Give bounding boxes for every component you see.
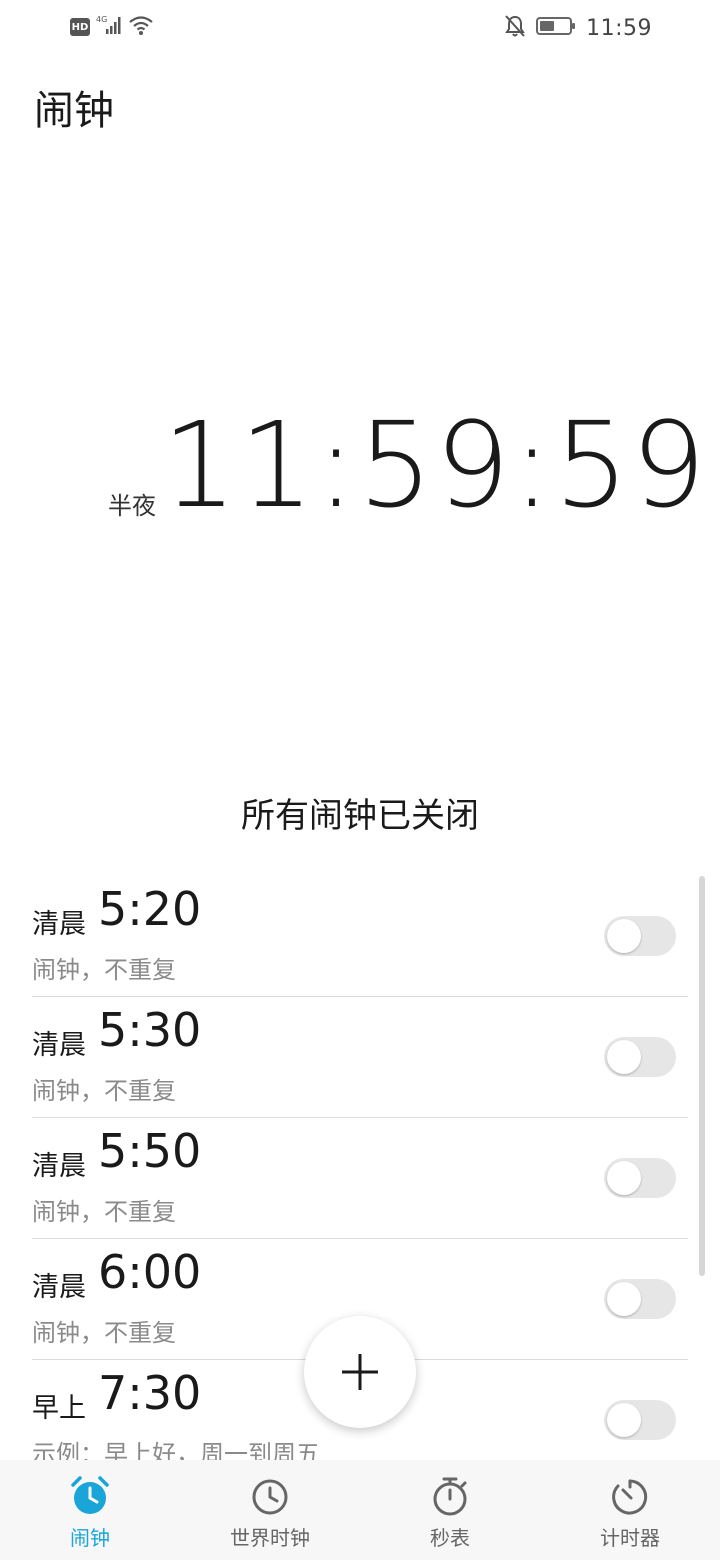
current-time-display: 半夜 11:59:59 [0, 400, 720, 540]
bell-off-icon [504, 14, 526, 42]
screen: HD 4G 11:59 闹钟 半夜 11:59:59 所有闹钟已关闭 清晨 5:… [0, 0, 720, 1560]
alarm-toggle[interactable] [604, 1279, 676, 1319]
status-bar: HD 4G 11:59 [0, 0, 720, 56]
nav-item-world-clock[interactable]: 世界时钟 [180, 1460, 360, 1560]
alarm-subtitle: 示例：早上好，周一到周五 [32, 1440, 320, 1460]
hd-badge: HD [70, 18, 90, 36]
alarm-toggle[interactable] [604, 1158, 676, 1198]
alarm-clock-icon [71, 1476, 109, 1514]
nav-label: 世界时钟 [230, 1526, 310, 1550]
alarm-toggle[interactable] [604, 916, 676, 956]
alarm-time: 5:20 [98, 882, 202, 936]
alarm-toggle[interactable] [604, 1037, 676, 1077]
stopwatch-icon [433, 1477, 467, 1516]
wifi-icon [128, 14, 154, 40]
toggle-knob [607, 1282, 641, 1316]
nav-item-timer[interactable]: 计时器 [540, 1460, 720, 1560]
toggle-knob [607, 1403, 641, 1437]
alarm-period: 清晨 [32, 1272, 86, 1303]
alarm-period: 早上 [32, 1393, 86, 1424]
alarm-toggle[interactable] [604, 1400, 676, 1440]
nav-item-alarm[interactable]: 闹钟 [0, 1460, 180, 1560]
network-type: 4G [96, 15, 107, 24]
status-left: HD 4G [70, 14, 154, 40]
alarm-period: 清晨 [32, 909, 86, 940]
current-time-period: 半夜 [108, 492, 156, 520]
alarm-subtitle: 闹钟，不重复 [32, 1319, 176, 1347]
clock-icon [252, 1479, 288, 1515]
nav-item-stopwatch[interactable]: 秒表 [360, 1460, 540, 1560]
alarm-period: 清晨 [32, 1030, 86, 1061]
bottom-nav: 闹钟 世界时钟 秒表 计时器 [0, 1460, 720, 1560]
nav-label: 闹钟 [70, 1526, 110, 1550]
current-time: 11:59:59 [162, 396, 708, 534]
alarm-time: 7:30 [98, 1366, 202, 1420]
add-alarm-button[interactable] [304, 1316, 416, 1428]
alarm-item[interactable]: 清晨 5:30 闹钟，不重复 [32, 997, 688, 1118]
battery-icon [536, 15, 576, 41]
alarm-item[interactable]: 清晨 5:50 闹钟，不重复 [32, 1118, 688, 1239]
signal-icon: 4G [96, 14, 122, 40]
alarm-status-text: 所有闹钟已关闭 [241, 796, 479, 836]
list-scrollbar[interactable] [699, 876, 705, 1276]
alarm-time: 6:00 [98, 1245, 202, 1299]
timer-icon [612, 1479, 648, 1515]
nav-label: 计时器 [600, 1526, 660, 1550]
plus-icon [342, 1354, 378, 1390]
alarm-period: 清晨 [32, 1151, 86, 1182]
nav-label: 秒表 [430, 1526, 470, 1550]
toggle-knob [607, 1161, 641, 1195]
status-right: 11:59 [504, 14, 652, 42]
alarm-time: 5:30 [98, 1003, 202, 1057]
toggle-knob [607, 1040, 641, 1074]
toggle-knob [607, 919, 641, 953]
alarm-item[interactable]: 清晨 5:20 闹钟，不重复 [32, 876, 688, 997]
alarm-subtitle: 闹钟，不重复 [32, 1077, 176, 1105]
page-title: 闹钟 [34, 88, 114, 134]
alarm-time: 5:50 [98, 1124, 202, 1178]
alarm-subtitle: 闹钟，不重复 [32, 1198, 176, 1226]
alarm-subtitle: 闹钟，不重复 [32, 956, 176, 984]
status-time: 11:59 [586, 15, 652, 41]
